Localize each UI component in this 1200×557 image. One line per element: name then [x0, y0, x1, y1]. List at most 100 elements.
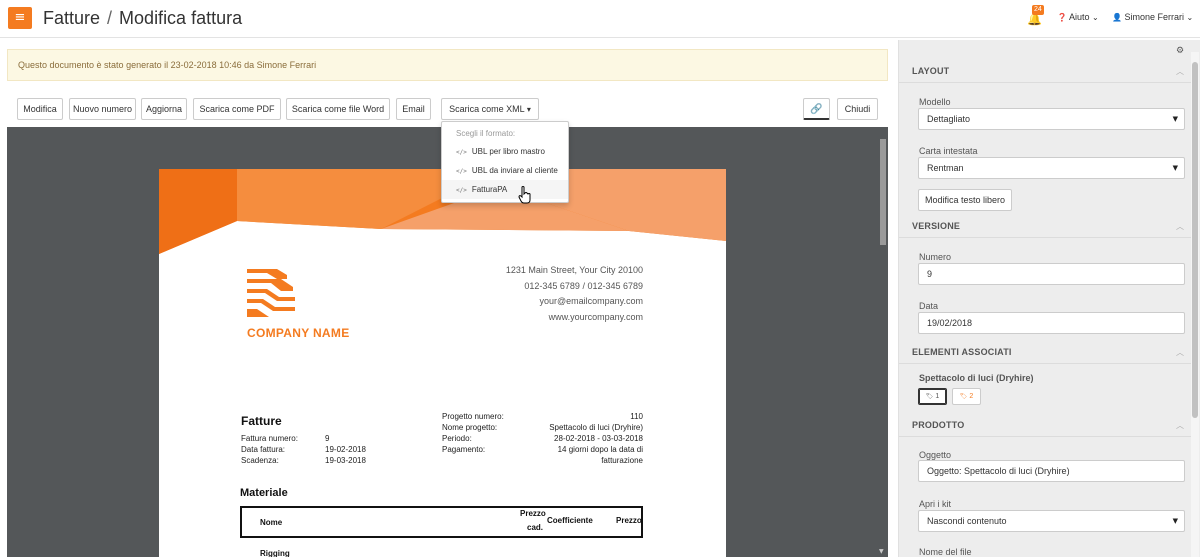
linked-project-title: Spettacolo di luci (Dryhire)	[919, 373, 1034, 383]
settings-panel: ⚙ LAYOUT ︿ Modello Dettagliato ▼ Carta i…	[898, 40, 1200, 557]
new-number-button[interactable]: Nuovo numero	[69, 98, 136, 120]
scroll-down-arrow-icon[interactable]: ▼	[879, 548, 884, 555]
tag-icon: 🏷	[925, 393, 934, 400]
email-button[interactable]: Email	[396, 98, 431, 120]
due-date-value: 19-03-2018	[325, 456, 366, 465]
period-label: Periodo:	[442, 434, 472, 443]
preview-scroll-thumb[interactable]	[880, 139, 886, 245]
website-line: www.yourcompany.com	[548, 312, 643, 322]
column-coefficient: Coefficiente	[547, 516, 593, 525]
payment-value-continued: fatturazione	[601, 456, 643, 465]
caret-down-icon: ▼	[1172, 517, 1178, 525]
open-kits-select[interactable]: Nascondi contenuto ▼	[918, 510, 1185, 532]
tag-1-count: 1	[935, 393, 940, 400]
number-label: Numero	[919, 252, 952, 262]
download-word-button[interactable]: Scarica come file Word	[286, 98, 390, 120]
edit-free-text-button[interactable]: Modifica testo libero	[918, 189, 1012, 211]
open-kits-value: Nascondi contenuto	[927, 516, 1007, 526]
menu-item-label: UBL da inviare al cliente	[471, 166, 558, 175]
section-linked-title[interactable]: ELEMENTI ASSOCIATI	[912, 347, 1012, 357]
company-logo	[247, 269, 295, 317]
app-header: ≡ Fatture / Modifica fattura 🔔 24 ❓ Aiuto …	[0, 0, 1200, 38]
menu-item-label: UBL per libro mastro	[471, 147, 545, 156]
page-title: Fatture / Modifica fattura	[43, 8, 242, 29]
linked-tag-2[interactable]: 🏷 2	[952, 388, 981, 405]
project-name-label: Nome progetto:	[442, 423, 498, 432]
payment-value: 14 giorni dopo la data di	[557, 445, 643, 454]
number-input[interactable]: 9	[918, 263, 1185, 285]
divider	[899, 237, 1191, 238]
notification-badge: 24	[1032, 5, 1044, 15]
column-price: Prezzo	[616, 516, 642, 525]
divider	[899, 82, 1191, 83]
invoice-date-label: Data fattura:	[241, 445, 286, 454]
download-xml-dropdown[interactable]: Scarica come XML ▾	[441, 98, 539, 120]
breadcrumb-separator: /	[107, 8, 113, 28]
menu-item-fatturapa[interactable]: </> FatturaPA	[442, 180, 568, 199]
address-line: 1231 Main Street, Your City 20100	[505, 265, 643, 275]
chevron-up-icon[interactable]: ︿	[1176, 66, 1184, 77]
menu-item-ubl-client[interactable]: </> UBL da inviare al cliente	[442, 161, 568, 180]
user-menu[interactable]: 👤 Simone Ferrari ⌄	[1112, 12, 1193, 22]
chevron-up-icon[interactable]: ︿	[1176, 347, 1184, 358]
download-pdf-button[interactable]: Scarica come PDF	[193, 98, 281, 120]
column-unit-price: Prezzo	[520, 509, 546, 518]
gear-icon[interactable]: ⚙	[1176, 46, 1184, 56]
hand-cursor-icon	[518, 186, 531, 204]
company-name: COMPANY NAME	[247, 326, 350, 340]
breadcrumb-current: Modifica fattura	[119, 8, 243, 28]
notifications-button[interactable]: 🔔 24	[1027, 5, 1044, 26]
filename-label: Nome del file	[919, 547, 972, 557]
open-kits-label: Apri i kit	[919, 499, 952, 509]
chevron-up-icon[interactable]: ︿	[1176, 221, 1184, 232]
letterhead-label: Carta intestata	[919, 146, 978, 156]
menu-header: Scegli il formato:	[456, 129, 516, 138]
edit-button[interactable]: Modifica	[17, 98, 63, 120]
section-layout-title[interactable]: LAYOUT	[912, 66, 949, 76]
refresh-button[interactable]: Aggiorna	[141, 98, 187, 120]
link-icon: 🔗	[810, 104, 823, 115]
model-select-value: Dettagliato	[927, 114, 971, 124]
menu-item-ubl-ledger[interactable]: </> UBL per libro mastro	[442, 142, 568, 161]
model-select[interactable]: Dettagliato ▼	[918, 108, 1185, 130]
project-number-label: Progetto numero:	[442, 412, 504, 421]
invoice-title: Fatture	[241, 414, 282, 428]
date-input[interactable]: 19/02/2018	[918, 312, 1185, 334]
section-version-title[interactable]: VERSIONE	[912, 221, 960, 231]
chevron-up-icon[interactable]: ︿	[1176, 420, 1184, 431]
email-line: your@emailcompany.com	[539, 296, 643, 306]
invoice-page: COMPANY NAME 1231 Main Street, Your City…	[159, 169, 726, 557]
materials-title: Materiale	[240, 487, 288, 499]
code-icon: </>	[456, 149, 467, 156]
invoice-number-label: Fattura numero:	[241, 434, 298, 443]
phone-line: 012-345 6789 / 012-345 6789	[524, 281, 643, 291]
link-icon-button[interactable]: 🔗	[803, 98, 830, 120]
caret-down-icon: ▼	[1172, 164, 1178, 172]
table-row: Rigging	[260, 549, 290, 557]
caret-down-icon: ▾	[526, 105, 531, 114]
menu-item-label: FatturaPA	[471, 185, 508, 194]
preview-scrollbar[interactable]: ▼	[878, 127, 888, 557]
invoice-number-value: 9	[325, 434, 330, 443]
payment-label: Pagamento:	[442, 445, 486, 454]
project-number-value: 110	[630, 412, 643, 421]
code-icon: </>	[456, 168, 467, 175]
model-label: Modello	[919, 97, 951, 107]
breadcrumb-section[interactable]: Fatture	[43, 8, 100, 28]
chevron-down-icon: ⌄	[1092, 13, 1099, 22]
tag-icon: 🏷	[959, 393, 968, 400]
tag-2-count: 2	[969, 393, 974, 400]
help-label: Aiuto	[1068, 12, 1090, 22]
help-menu[interactable]: ❓ Aiuto ⌄	[1057, 12, 1099, 22]
divider	[899, 363, 1191, 364]
linked-tag-1[interactable]: 🏷 1	[918, 388, 947, 405]
panel-scrollbar[interactable]	[1191, 52, 1199, 557]
close-button[interactable]: Chiudi	[837, 98, 878, 120]
project-name-value: Spettacolo di luci (Dryhire)	[549, 423, 643, 432]
menu-icon[interactable]: ≡	[8, 7, 32, 29]
chevron-down-icon: ⌄	[1186, 13, 1194, 22]
subject-input[interactable]: Oggetto: Spettacolo di luci (Dryhire)	[918, 460, 1185, 482]
section-product-title[interactable]: PRODOTTO	[912, 420, 964, 430]
letterhead-select[interactable]: Rentman ▼	[918, 157, 1185, 179]
panel-scroll-thumb[interactable]	[1192, 62, 1198, 418]
